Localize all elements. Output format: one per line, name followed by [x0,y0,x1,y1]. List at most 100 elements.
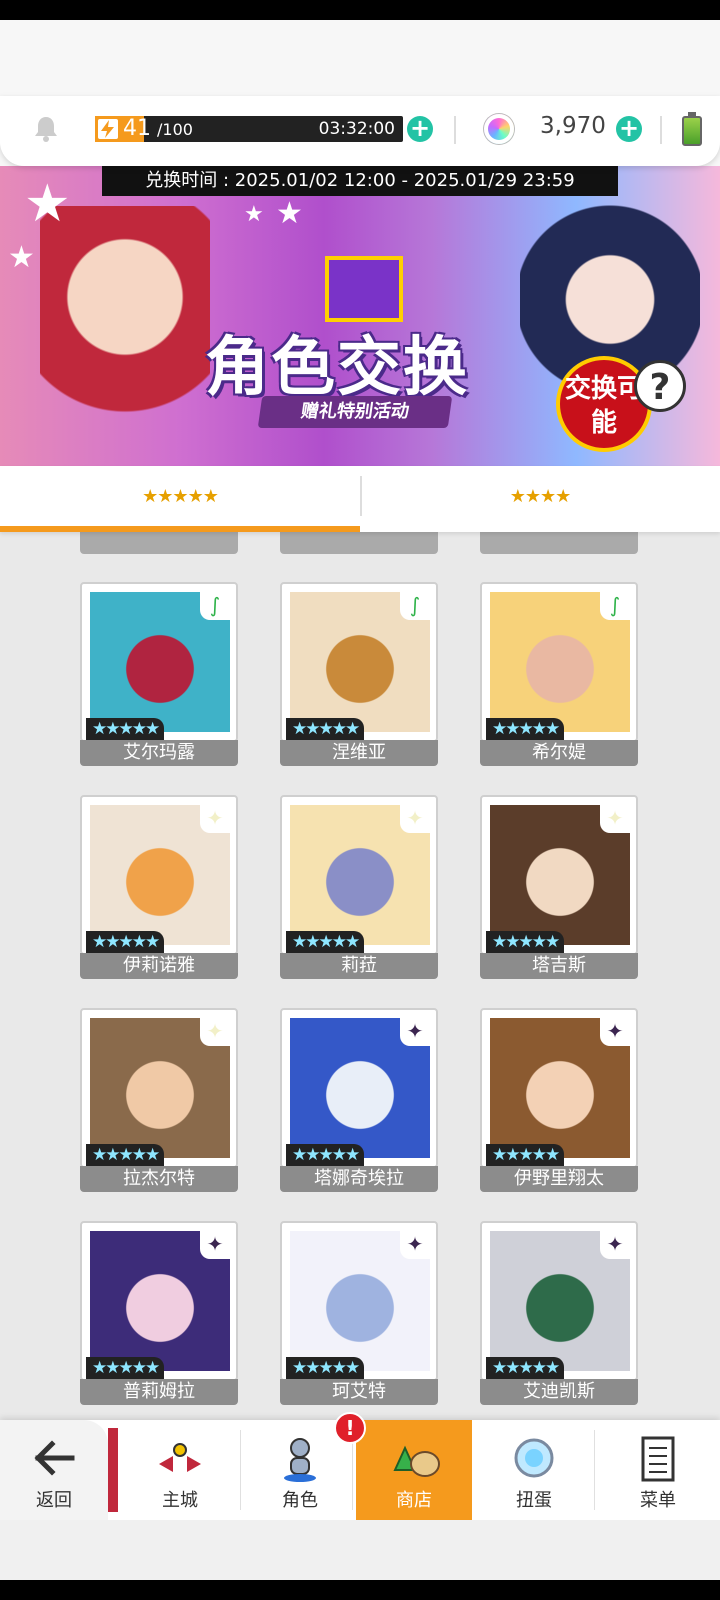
character-name: 拉杰尔特 [80,1166,238,1192]
nav-menu[interactable]: 菜单 [598,1420,718,1520]
character-card[interactable]: ∫ ★★★★★ 希尔媞 [480,582,638,766]
star-icon: ★ [8,240,35,275]
bell-icon[interactable] [32,114,60,142]
character-name: 塔娜奇埃拉 [280,1166,438,1192]
arrow-left-icon [34,1440,75,1476]
character-card[interactable]: ✦ ★★★★★ 莉菈 [280,795,438,979]
card-frame: ∫ ★★★★★ [80,582,238,742]
character-card[interactable]: ✦ ★★★★★ 伊野里翔太 [480,1008,638,1192]
character-name: 珂艾特 [280,1379,438,1405]
nav-label: 商店 [396,1490,432,1511]
nav-label: 扭蛋 [516,1490,552,1511]
character-card[interactable]: ✦ ★★★★★ 拉杰尔特 [80,1008,238,1192]
character-name: 希尔媞 [480,740,638,766]
light-element-icon: ✦ [600,803,630,833]
star-icon: ★ [24,174,71,234]
rarity-stars: ★★★★★ [486,718,565,740]
character-card[interactable]: ∫ ★★★★★ 涅维亚 [280,582,438,766]
rarity-stars: ★★★★★ [286,1144,365,1166]
bottom-bar [0,1520,720,1580]
character-name: 艾尔玛露 [80,740,238,766]
divider [454,116,456,144]
battery-icon [682,112,702,146]
card-frame: ✦ ★★★★★ [480,795,638,955]
card-frame: ✦ ★★★★★ [80,795,238,955]
nav-divider [594,1430,595,1510]
help-button[interactable]: ? [634,360,686,412]
divider [660,116,662,144]
character-card[interactable]: ✦ ★★★★★ 艾迪凯斯 [480,1221,638,1405]
character-card[interactable]: ✦ ★★★★★ 伊莉诺雅 [80,795,238,979]
card-frame: ✦ ★★★★★ [480,1008,638,1168]
rarity-stars: ★★★★★ [486,1144,565,1166]
dark-element-icon: ✦ [400,1229,430,1259]
card-frame: ∫ ★★★★★ [480,582,638,742]
wind-element-icon: ∫ [600,590,630,620]
add-gem-button[interactable]: + [616,116,642,142]
rarity-stars: ★★★★★ [286,718,365,740]
resource-header: 41 /100 03:32:00 + 3,970 + [0,96,720,166]
character-name: 莉菈 [280,953,438,979]
character-card[interactable]: ✦ ★★★★★ 塔吉斯 [480,795,638,979]
back-label: 返回 [36,1490,72,1511]
character-card[interactable]: ✦ ★★★★★ 普莉姆拉 [80,1221,238,1405]
card-frame: ∫ ★★★★★ [280,582,438,742]
light-element-icon: ✦ [200,803,230,833]
nav-decoration [108,1428,118,1512]
dark-element-icon: ✦ [400,1016,430,1046]
gacha-icon [514,1438,554,1478]
light-element-icon: ✦ [400,803,430,833]
wind-element-icon: ∫ [200,590,230,620]
gem-icon [484,114,514,144]
stamina-timer: 03:32:00 [318,119,395,139]
add-stamina-button[interactable]: + [407,116,433,142]
castle-icon [159,1443,201,1472]
star-icon: ★ [244,202,264,227]
rarity-stars: ★★★★★ [86,1144,165,1166]
character-icon [284,1438,316,1482]
rarity-tabs: ★★★★★ ★★★★ [0,466,720,532]
character-name: 艾迪凯斯 [480,1379,638,1405]
banner-title: 角色交换 [205,331,469,405]
character-grid: ∫ ★★★★★ 艾尔玛露 ∫ ★★★★★ 涅维亚 ∫ ★★★★★ 希尔媞 ✦ ★★★★★ 伊莉诺雅 ✦ ★… [0,532,720,1422]
wind-element-icon: ∫ [400,590,430,620]
character-card[interactable]: ∫ ★★★★★ 艾尔玛露 [80,582,238,766]
rarity-stars: ★★★★★ [86,1357,165,1379]
nav-label: 菜单 [640,1490,676,1511]
system-nav-bar [0,1580,720,1600]
banner-character-left [40,206,210,466]
card-frame: ✦ ★★★★★ [480,1221,638,1381]
nav-castle[interactable]: 主城 [120,1420,240,1520]
tab-5-star[interactable]: ★★★★★ [0,466,360,528]
character-name: 伊莉诺雅 [80,953,238,979]
character-card[interactable]: ✦ ★★★★★ 塔娜奇埃拉 [280,1008,438,1192]
system-status-bar [0,0,720,20]
card-frame: ✦ ★★★★★ [280,1008,438,1168]
light-element-icon: ✦ [200,1016,230,1046]
tab-4-star[interactable]: ★★★★ [360,466,720,528]
card-name-partial [80,532,238,554]
gem-count: 3,970 [540,113,606,139]
menu-icon [641,1436,675,1482]
alert-badge: ! [334,1412,366,1444]
stamina-bar: 41 /100 03:32:00 [95,116,403,142]
card-name-partial [480,532,638,554]
exchange-time: 兑换时间 : 2025.01/02 12:00 - 2025.01/29 23:… [102,166,618,196]
stamina-current: 41 [123,116,151,141]
character-name: 普莉姆拉 [80,1379,238,1405]
nav-shop[interactable]: 商店 [356,1420,472,1520]
card-frame: ✦ ★★★★★ [280,1221,438,1381]
stamina-max: /100 [157,120,193,139]
card-frame: ✦ ★★★★★ [280,795,438,955]
back-button[interactable]: 返回 [0,1420,108,1520]
dark-element-icon: ✦ [600,1016,630,1046]
character-card[interactable]: ✦ ★★★★★ 珂艾特 [280,1221,438,1405]
rarity-stars: ★★★★★ [286,1357,365,1379]
active-tab-indicator [0,526,360,532]
rarity-stars: ★★★★★ [486,931,565,953]
card-name-partial [280,532,438,554]
event-banner[interactable]: ★ ★ ★ ★ 兑换时间 : 2025.01/02 12:00 - 2025.0… [0,166,720,466]
nav-gacha[interactable]: 扭蛋 [474,1420,594,1520]
rarity-stars: ★★★★★ [486,1357,565,1379]
nav-label: 角色 [282,1490,318,1511]
